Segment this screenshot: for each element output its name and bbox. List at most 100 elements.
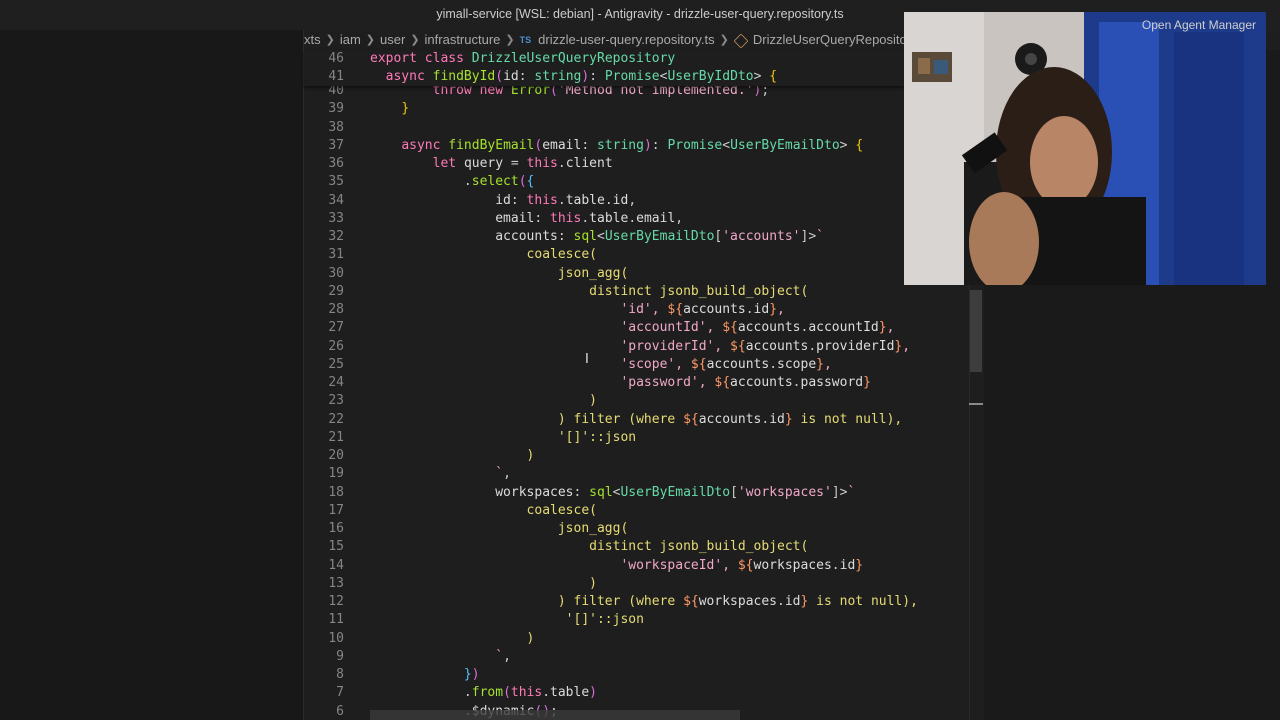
code-line[interactable]: 11 '[]'::json xyxy=(304,611,984,629)
sticky-scroll-line[interactable]: 46 export class DrizzleUserQueryRepositor… xyxy=(304,50,984,68)
code-token: Promise xyxy=(604,69,660,84)
code-line[interactable]: 39 } xyxy=(304,100,984,118)
code-token: { xyxy=(855,137,864,153)
line-number: 18 xyxy=(328,484,344,500)
code-token: } xyxy=(878,320,887,336)
code-token: accounts xyxy=(706,356,770,372)
code-token: client xyxy=(565,156,613,171)
code-text: 'scope', ${accounts.scope}, xyxy=(370,356,831,374)
code-token: } xyxy=(784,411,793,427)
code-token: ) xyxy=(589,575,597,591)
code-line[interactable]: 34 id: this.table.id, xyxy=(304,192,984,210)
code-token: ) xyxy=(471,667,480,682)
code-line[interactable]: 25 'scope', ${accounts.scope}, xyxy=(304,356,984,374)
sticky-scroll[interactable]: 46 export class DrizzleUserQueryRepositor… xyxy=(304,50,904,86)
code-line[interactable]: 18 workspaces: sql<UserByEmailDto['works… xyxy=(304,484,984,502)
code-line[interactable]: 15 distinct jsonb_build_object( xyxy=(304,538,984,556)
code-token: , xyxy=(628,192,637,208)
code-line[interactable]: 36 let query = this.client xyxy=(304,155,984,173)
code-token: 'scope' xyxy=(620,356,676,372)
code-token: async xyxy=(385,69,433,84)
code-line[interactable]: 20 ) xyxy=(304,447,984,465)
code-line[interactable]: 27 'accountId', ${accounts.accountId}, xyxy=(304,319,984,337)
code-text: ) xyxy=(370,630,535,648)
code-token: . xyxy=(808,338,817,354)
code-token: ` xyxy=(495,648,504,664)
code-text: export class DrizzleUserQueryRepository xyxy=(370,50,675,68)
webcam-overlay: Open Agent Manager xyxy=(904,12,1266,285)
code-line[interactable]: 37 async findByEmail(email: string): Pro… xyxy=(304,137,984,155)
breadcrumb-item[interactable]: user xyxy=(380,30,405,50)
code-line[interactable]: 24 'password', ${accounts.password} xyxy=(304,374,984,392)
code-line[interactable]: 26 'providerId', ${accounts.providerId}, xyxy=(304,338,984,356)
code-line[interactable]: 12 ) filter (where ${workspaces.id} is n… xyxy=(304,593,984,611)
code-token: , xyxy=(886,320,895,336)
code-editor[interactable]: 40 throw new Error('Method not implement… xyxy=(304,50,984,720)
code-line[interactable]: 22 ) filter (where ${accounts.id} is not… xyxy=(304,411,984,429)
code-token: , xyxy=(698,375,715,390)
code-line[interactable]: 16 json_agg( xyxy=(304,520,984,538)
code-token: : xyxy=(651,137,668,153)
horizontal-scrollbar[interactable] xyxy=(370,710,740,720)
code-line[interactable]: 7 .from(this.table) xyxy=(304,684,984,702)
code-token: UserByEmailDto xyxy=(620,484,731,500)
code-line[interactable]: 35 .select({ xyxy=(304,173,984,191)
code-token: < xyxy=(597,229,605,244)
breadcrumb-item[interactable]: infrastructure xyxy=(425,30,501,50)
code-line[interactable]: 31 coalesce( xyxy=(304,246,984,264)
code-token: coalesce( xyxy=(526,502,597,518)
chevron-right-icon: ❯ xyxy=(410,34,420,46)
code-line[interactable]: 14 'workspaceId', ${workspaces.id} xyxy=(304,557,984,575)
code-line[interactable]: 10 ) xyxy=(304,630,984,648)
scrollbar-thumb[interactable] xyxy=(970,290,982,372)
code-token: id xyxy=(839,557,856,573)
code-token: . xyxy=(557,156,566,171)
sticky-scroll-line[interactable]: 41 async findById(id: string): Promise<U… xyxy=(304,68,984,86)
code-token: workspaces xyxy=(753,557,832,573)
breadcrumb-item[interactable]: xts xyxy=(304,30,321,50)
line-number: 6 xyxy=(336,703,344,719)
code-token: : xyxy=(534,210,551,226)
code-token: '[]'::json xyxy=(557,429,637,445)
code-line[interactable]: 23 ) xyxy=(304,392,984,410)
breadcrumb-file[interactable]: drizzle-user-query.repository.ts xyxy=(538,30,715,50)
breadcrumb-item[interactable]: iam xyxy=(340,30,361,50)
code-token: let xyxy=(432,156,464,171)
code-line[interactable]: 33 email: this.table.email, xyxy=(304,210,984,228)
code-token: accountId xyxy=(808,320,879,336)
code-line[interactable]: 9 `, xyxy=(304,648,984,666)
code-token: ) filter (where xyxy=(557,411,684,427)
code-line[interactable]: 38 xyxy=(304,119,984,137)
line-number: 25 xyxy=(328,356,344,372)
line-number: 27 xyxy=(328,320,344,336)
code-token: Promise xyxy=(667,137,723,153)
line-number: 13 xyxy=(328,575,344,591)
code-line[interactable]: 17 coalesce( xyxy=(304,502,984,520)
code-line[interactable]: 21 '[]'::json xyxy=(304,429,984,447)
text-cursor-icon: I xyxy=(585,352,589,367)
code-line[interactable]: 8 }) xyxy=(304,666,984,684)
code-token: password xyxy=(800,375,864,390)
code-token: . xyxy=(769,356,778,372)
code-line[interactable]: 30 json_agg( xyxy=(304,265,984,283)
code-token: string xyxy=(597,137,644,153)
code-line[interactable]: 19 `, xyxy=(304,465,984,483)
code-token: UserByIdDto xyxy=(667,69,754,84)
code-token: id xyxy=(753,302,770,317)
code-line[interactable]: 29 distinct jsonb_build_object( xyxy=(304,283,984,301)
code-line[interactable]: 28 'id', ${accounts.id}, xyxy=(304,301,984,319)
code-token: this xyxy=(526,156,558,171)
code-line[interactable]: 13 ) xyxy=(304,575,984,593)
code-line[interactable]: 32 accounts: sql<UserByEmailDto['account… xyxy=(304,228,984,246)
code-token: accounts xyxy=(730,375,793,390)
breadcrumb-symbol[interactable]: DrizzleUserQueryRepository xyxy=(753,30,918,50)
